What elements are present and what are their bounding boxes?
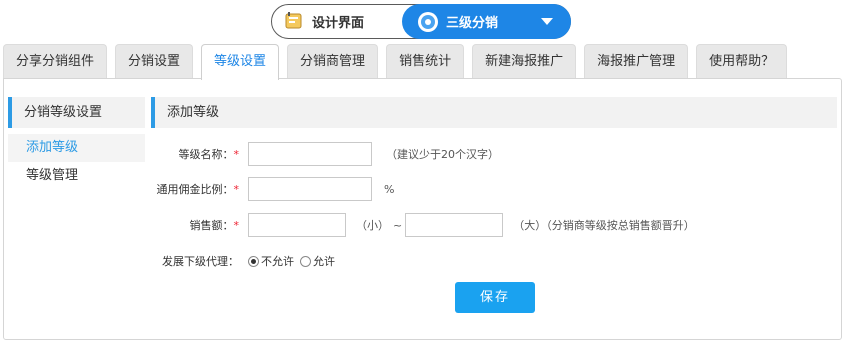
level-name-input[interactable] xyxy=(248,142,372,166)
tab-new-poster[interactable]: 新建海报推广 xyxy=(472,44,577,78)
percent-unit: % xyxy=(384,182,395,196)
distribution-label: 三级分销 xyxy=(446,16,499,31)
level-name-row: 等级名称：* （建议少于20个汉字） xyxy=(149,142,499,166)
sidebar-item-level-management[interactable]: 等级管理 xyxy=(8,162,145,190)
sales-label-wrap: 销售额：* xyxy=(149,217,240,233)
gear-icon xyxy=(418,11,438,32)
range-separator: ~ xyxy=(393,218,403,232)
commission-label-wrap: 通用佣金比例：* xyxy=(149,181,240,197)
radio-allow-button[interactable] xyxy=(300,255,311,267)
three-level-distribution-toggle[interactable]: 三级分销 xyxy=(402,4,571,39)
sales-min-input[interactable] xyxy=(248,213,346,237)
design-icon xyxy=(284,11,304,31)
sales-max-hint: （大）（分销商等级按总销售额晋升） xyxy=(513,219,695,232)
form-title: 添加等级 xyxy=(151,97,837,128)
radio-disallow-label: 不允许 xyxy=(261,255,294,268)
tab-distributor-management[interactable]: 分销商管理 xyxy=(287,44,379,78)
radio-allow[interactable]: 允许 xyxy=(300,253,335,269)
tab-help[interactable]: 使用帮助？ xyxy=(696,44,788,78)
radio-disallow[interactable]: 不允许 xyxy=(248,253,294,269)
level-name-hint: （建议少于20个汉字） xyxy=(386,148,499,161)
design-view-toggle[interactable]: 设计界面 xyxy=(284,11,364,31)
sales-min-hint: （小） xyxy=(356,219,389,232)
form-section: 添加等级 xyxy=(151,97,837,128)
required-mark: * xyxy=(233,219,240,232)
save-button[interactable]: 保存 xyxy=(455,282,535,313)
main-panel: 分销等级设置 添加等级 等级管理 添加等级 等级名称：* （建议少于20个汉字）… xyxy=(3,78,842,340)
tab-share-component[interactable]: 分享分销组件 xyxy=(3,44,108,78)
required-mark: * xyxy=(233,148,240,161)
mode-switch: 设计界面 三级分销 xyxy=(271,4,571,39)
required-mark: * xyxy=(233,183,240,196)
radio-allow-label: 允许 xyxy=(313,255,335,268)
tab-level-settings[interactable]: 等级设置 xyxy=(201,44,280,80)
sub-agent-label: 发展下级代理： xyxy=(162,255,239,268)
chevron-down-icon[interactable] xyxy=(541,18,553,25)
tab-bar: 分享分销组件 分销设置 等级设置 分销商管理 销售统计 新建海报推广 海报推广管… xyxy=(3,44,795,80)
tab-sales-statistics[interactable]: 销售统计 xyxy=(386,44,465,78)
tab-poster-management[interactable]: 海报推广管理 xyxy=(584,44,689,78)
sidebar: 分销等级设置 添加等级 等级管理 xyxy=(8,97,145,196)
commission-label: 通用佣金比例： xyxy=(156,183,234,196)
commission-row: 通用佣金比例：* % xyxy=(149,177,394,201)
sales-max-input[interactable] xyxy=(405,213,504,237)
design-view-label: 设计界面 xyxy=(312,15,365,31)
sidebar-title: 分销等级设置 xyxy=(8,97,145,128)
level-name-label: 等级名称： xyxy=(178,148,234,161)
tab-distribution-settings[interactable]: 分销设置 xyxy=(115,44,194,78)
level-name-label-wrap: 等级名称：* xyxy=(149,146,240,162)
sales-row: 销售额：* （小） ~ （大）（分销商等级按总销售额晋升） xyxy=(149,213,695,237)
sub-agent-row: 发展下级代理： 不允许 允许 xyxy=(149,253,335,269)
radio-disallow-button[interactable] xyxy=(248,255,259,267)
sales-label: 销售额： xyxy=(189,219,234,232)
commission-input[interactable] xyxy=(248,177,372,201)
sidebar-item-add-level[interactable]: 添加等级 xyxy=(8,134,145,162)
